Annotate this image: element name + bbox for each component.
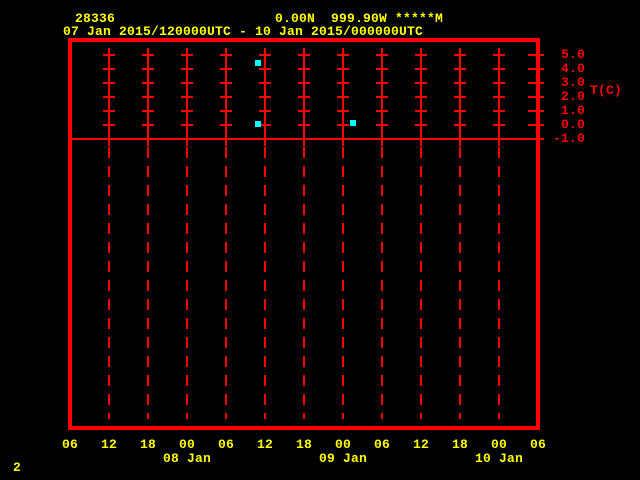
hour-label: 12 <box>256 437 273 452</box>
hour-label: 06 <box>217 437 234 452</box>
page-number: 2 <box>13 460 22 475</box>
y-tick-label: 5.0 <box>560 47 585 62</box>
hour-label: 12 <box>412 437 429 452</box>
hour-label: 06 <box>61 437 78 452</box>
data-point-marker <box>350 120 356 126</box>
y-tick-label: 3.0 <box>560 75 585 90</box>
y-tick-label: 0.0 <box>560 117 585 132</box>
hour-label: 00 <box>178 437 195 452</box>
hour-label: 06 <box>529 437 546 452</box>
hour-label: 00 <box>334 437 351 452</box>
date-label: 08 Jan <box>162 451 211 466</box>
y-tick-label: 4.0 <box>560 61 585 76</box>
date-label: 10 Jan <box>474 451 523 466</box>
hour-label: 00 <box>490 437 507 452</box>
hour-label: 18 <box>139 437 156 452</box>
hour-label: 18 <box>451 437 468 452</box>
hour-label: 18 <box>295 437 312 452</box>
y-tick-label: -1.0 <box>552 131 585 146</box>
y-axis-label: T(C) <box>590 83 623 98</box>
y-tick-label: 2.0 <box>560 89 585 104</box>
hour-label: 06 <box>373 437 390 452</box>
data-point-marker <box>255 60 261 66</box>
date-label: 09 Jan <box>318 451 367 466</box>
y-tick-label: 1.0 <box>560 103 585 118</box>
meteogram-screen: 28336 0.00N 999.90W *****M 07 Jan 2015/1… <box>0 0 640 480</box>
data-point-marker <box>255 121 261 127</box>
hour-label: 12 <box>100 437 117 452</box>
